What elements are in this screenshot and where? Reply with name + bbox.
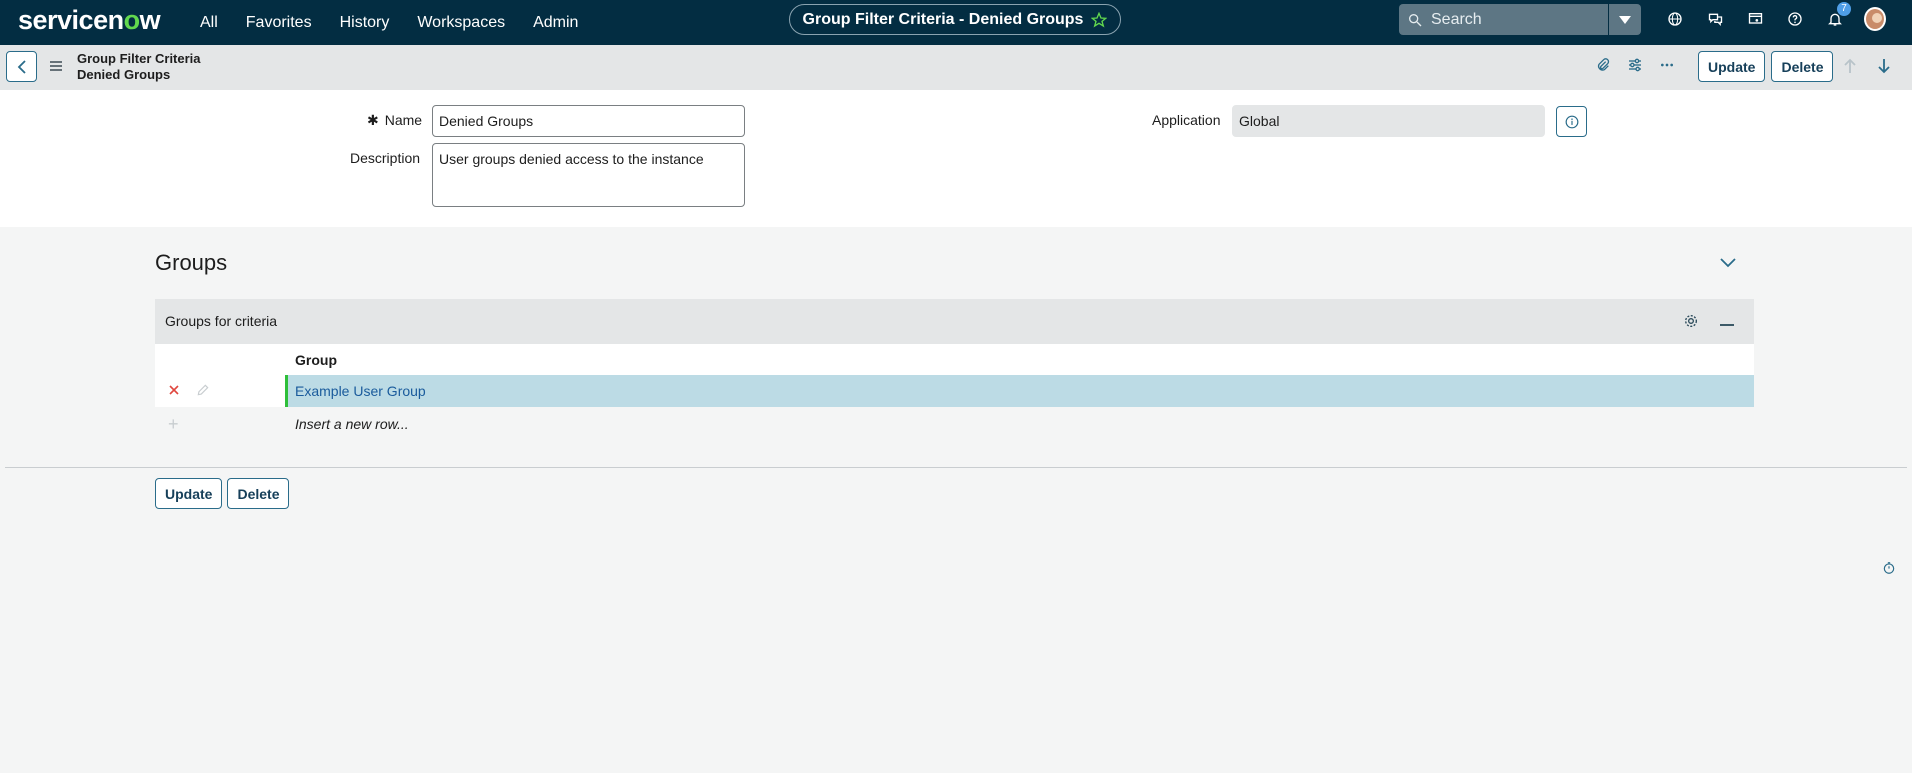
header-buttons: Update Delete xyxy=(1698,51,1834,82)
caret-down-icon xyxy=(1619,15,1631,24)
chevron-left-icon xyxy=(17,59,26,74)
nav-all[interactable]: All xyxy=(200,14,218,32)
related-section-title: Groups xyxy=(155,250,228,275)
header-icons xyxy=(1595,57,1675,78)
search-input[interactable]: Search xyxy=(1399,4,1608,35)
header-update-button[interactable]: Update xyxy=(1698,51,1766,82)
record-navigation xyxy=(1843,58,1891,79)
bottom-delete-button[interactable]: Delete xyxy=(227,478,290,509)
back-button[interactable] xyxy=(6,51,37,82)
application-label: Application xyxy=(1152,112,1221,128)
form-divider xyxy=(5,467,1907,468)
nav-admin[interactable]: Admin xyxy=(533,14,578,32)
settings-sliders-icon[interactable] xyxy=(1627,57,1643,78)
name-label: ✱ Name xyxy=(367,112,423,128)
row-cell-group xyxy=(285,375,1754,407)
bottom-update-button[interactable]: Update xyxy=(155,478,223,509)
application-field: Global xyxy=(1232,105,1545,137)
insert-row[interactable]: + Insert a new row... xyxy=(155,407,1754,439)
mandatory-asterisk-icon: ✱ xyxy=(367,112,379,128)
bell-icon[interactable]: 7 xyxy=(1824,2,1851,30)
breadcrumb: Group Filter Criteria Denied Groups xyxy=(77,51,201,83)
search-icon xyxy=(1409,13,1422,26)
minimize-icon[interactable] xyxy=(1720,314,1734,332)
edit-row-icon[interactable] xyxy=(196,383,210,402)
related-list-table: Group Example User Group + Insert a new … xyxy=(155,344,1754,444)
notification-badge: 7 xyxy=(1837,2,1851,16)
name-field[interactable]: Denied Groups xyxy=(432,105,745,137)
info-icon xyxy=(1565,115,1578,128)
application-info-button[interactable] xyxy=(1556,106,1587,137)
record-form: ✱ Name Denied Groups Description User gro… xyxy=(0,90,1912,227)
more-options-icon[interactable] xyxy=(1659,57,1675,78)
plus-icon: + xyxy=(168,414,179,434)
record-title: Group Filter Criteria - Denied Groups xyxy=(802,10,1084,28)
next-record-icon[interactable] xyxy=(1877,58,1891,79)
paperclip-icon[interactable] xyxy=(1595,57,1611,78)
form-header: Group Filter Criteria Denied Groups Upda… xyxy=(0,45,1912,90)
screen-share-icon[interactable] xyxy=(1744,8,1766,30)
table-row: Example User Group xyxy=(155,375,1754,407)
user-avatar[interactable] xyxy=(1864,7,1886,31)
group-link[interactable]: Example User Group xyxy=(295,383,426,399)
breadcrumb-record: Denied Groups xyxy=(77,67,171,82)
chat-icon[interactable] xyxy=(1704,8,1726,30)
breadcrumb-table: Group Filter Criteria xyxy=(77,51,201,66)
star-icon[interactable] xyxy=(1091,11,1108,28)
bottom-buttons: Update Delete xyxy=(155,478,290,509)
collapse-section-icon[interactable] xyxy=(1720,255,1736,273)
gear-icon[interactable] xyxy=(1683,313,1699,334)
globe-icon[interactable] xyxy=(1664,8,1686,30)
top-nav: servicenow All Favorites History Workspa… xyxy=(0,0,1912,45)
table-header-row: Group xyxy=(155,344,1754,375)
nav-history[interactable]: History xyxy=(340,14,390,32)
nav-icons: 7 xyxy=(1664,2,1886,31)
header-delete-button[interactable]: Delete xyxy=(1771,51,1834,82)
nav-workspaces[interactable]: Workspaces xyxy=(417,14,505,32)
avatar-image xyxy=(1864,7,1886,31)
description-field[interactable]: User groups denied access to the instanc… xyxy=(432,143,745,207)
search-scope-dropdown[interactable] xyxy=(1609,4,1641,35)
nav-menu: All Favorites History Workspaces Admin xyxy=(200,0,606,45)
delete-row-icon[interactable] xyxy=(168,383,180,401)
description-label: Description xyxy=(350,150,421,166)
search-placeholder: Search xyxy=(1431,10,1482,28)
context-menu-icon[interactable] xyxy=(49,59,63,77)
servicenow-logo[interactable]: servicenow xyxy=(18,5,161,36)
response-time-icon[interactable] xyxy=(1882,561,1896,580)
row-actions xyxy=(155,375,285,407)
related-list-title: Groups for criteria xyxy=(165,313,278,329)
related-list-header: Groups for criteria xyxy=(155,299,1754,344)
column-header-group[interactable]: Group xyxy=(295,352,337,368)
previous-record-icon[interactable] xyxy=(1843,58,1857,79)
record-title-pill[interactable]: Group Filter Criteria - Denied Groups xyxy=(789,4,1121,35)
insert-row-text: Insert a new row... xyxy=(295,416,409,432)
help-icon[interactable] xyxy=(1784,8,1806,30)
nav-favorites[interactable]: Favorites xyxy=(246,14,312,32)
